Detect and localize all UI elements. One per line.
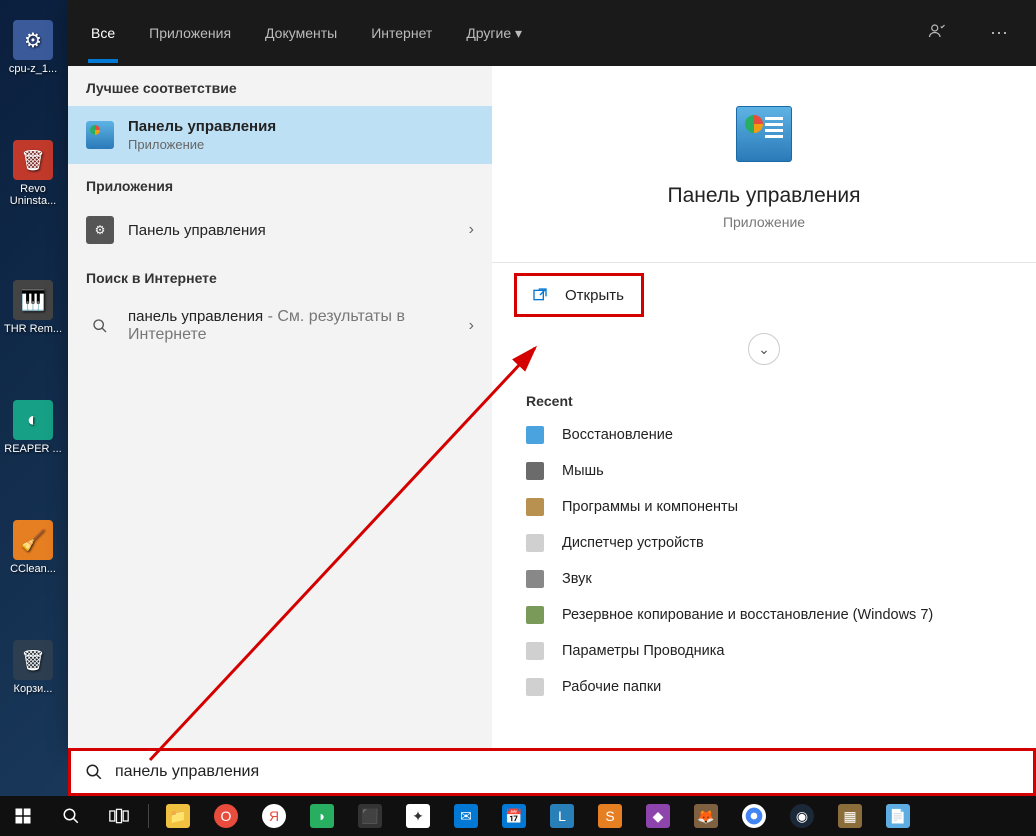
- recent-item[interactable]: Программы и компоненты: [492, 489, 1036, 525]
- recent-item[interactable]: Звук: [492, 561, 1036, 597]
- desktop-icon-cpuz[interactable]: ⚙cpu-z_1...: [2, 20, 64, 75]
- taskbar-app[interactable]: ✦: [395, 796, 441, 836]
- taskbar-app[interactable]: 🦊: [683, 796, 729, 836]
- open-action[interactable]: Открыть: [514, 273, 644, 317]
- apps-section-label: Приложения: [68, 164, 492, 204]
- desktop-icon-reaper[interactable]: ◐REAPER ...: [2, 400, 64, 455]
- backup-icon: [526, 606, 544, 624]
- control-panel-icon: [86, 121, 114, 149]
- tab-internet[interactable]: Интернет: [368, 3, 435, 63]
- detail-header: Панель управления Приложение: [492, 96, 1036, 250]
- divider: [492, 262, 1036, 263]
- detail-right-column: Панель управления Приложение Открыть ⌄ R…: [492, 66, 1036, 748]
- search-input[interactable]: [115, 763, 1019, 781]
- taskbar-search[interactable]: [48, 796, 94, 836]
- mouse-icon: [526, 462, 544, 480]
- desktop-icon-ccleaner[interactable]: 🧹CClean...: [2, 520, 64, 575]
- taskbar-app-steam[interactable]: ◉: [779, 796, 825, 836]
- task-view[interactable]: [96, 796, 142, 836]
- open-icon: [531, 286, 549, 304]
- recent-label: Recent: [492, 383, 1036, 417]
- taskbar-app[interactable]: ◗: [299, 796, 345, 836]
- tab-all[interactable]: Все: [88, 3, 118, 63]
- taskbar-app[interactable]: ◆: [635, 796, 681, 836]
- recent-item[interactable]: Восстановление: [492, 417, 1036, 453]
- more-icon[interactable]: ⋯: [982, 19, 1016, 48]
- detail-subtitle: Приложение: [492, 214, 1036, 230]
- taskbar-app[interactable]: 📄: [875, 796, 921, 836]
- taskbar-app-chrome[interactable]: [731, 796, 777, 836]
- web-result[interactable]: панель управления - См. результаты в Инт…: [68, 296, 492, 356]
- settings-icon: ⚙: [86, 216, 114, 244]
- tab-other[interactable]: Другие ▾: [463, 3, 525, 64]
- taskbar-app-yandex[interactable]: Я: [251, 796, 297, 836]
- recent-item[interactable]: Рабочие папки: [492, 669, 1036, 705]
- taskbar-app[interactable]: ▦: [827, 796, 873, 836]
- desktop-icon-recyclebin[interactable]: 🗑Корзи...: [2, 640, 64, 695]
- app-result-control-panel[interactable]: ⚙ Панель управления ›: [68, 204, 492, 256]
- taskbar-app[interactable]: ⬛: [347, 796, 393, 836]
- recent-item[interactable]: Диспетчер устройств: [492, 525, 1036, 561]
- chevron-right-icon: ›: [469, 221, 474, 239]
- start-button[interactable]: [0, 796, 46, 836]
- recent-item[interactable]: Мышь: [492, 453, 1036, 489]
- chevron-down-icon: ▾: [515, 25, 522, 41]
- search-input-bar[interactable]: [68, 748, 1036, 796]
- desktop-icon-thr[interactable]: 🎹THR Rem...: [2, 280, 64, 335]
- chevron-right-icon: ›: [469, 317, 474, 335]
- work-folders-icon: [526, 678, 544, 696]
- programs-icon: [526, 498, 544, 516]
- taskbar-app-calendar[interactable]: 📅: [491, 796, 537, 836]
- sound-icon: [526, 570, 544, 588]
- taskbar: 📁 O Я ◗ ⬛ ✦ ✉ 📅 L S ◆ 🦊 ◉ ▦ 📄: [0, 796, 1036, 836]
- best-match-label: Лучшее соответствие: [68, 66, 492, 106]
- recent-item[interactable]: Параметры Проводника: [492, 633, 1036, 669]
- search-header: Все Приложения Документы Интернет Другие…: [68, 0, 1036, 66]
- detail-title: Панель управления: [492, 184, 1036, 208]
- search-icon: [86, 312, 114, 340]
- search-results-panel: Все Приложения Документы Интернет Другие…: [68, 0, 1036, 748]
- device-manager-icon: [526, 534, 544, 552]
- taskbar-app-sublime[interactable]: S: [587, 796, 633, 836]
- desktop-icon-revo[interactable]: 🗑Revo Uninsta...: [2, 140, 64, 207]
- control-panel-large-icon: [736, 106, 792, 162]
- web-section-label: Поиск в Интернете: [68, 256, 492, 296]
- search-icon: [85, 763, 103, 781]
- results-left-column: Лучшее соответствие Панель управления Пр…: [68, 66, 492, 748]
- taskbar-app[interactable]: L: [539, 796, 585, 836]
- taskbar-app-explorer[interactable]: 📁: [155, 796, 201, 836]
- explorer-options-icon: [526, 642, 544, 660]
- tab-documents[interactable]: Документы: [262, 3, 340, 63]
- recent-item[interactable]: Резервное копирование и восстановление (…: [492, 597, 1036, 633]
- expand-chevron[interactable]: ⌄: [748, 333, 780, 365]
- taskbar-app-opera[interactable]: O: [203, 796, 249, 836]
- taskbar-app-mail[interactable]: ✉: [443, 796, 489, 836]
- recovery-icon: [526, 426, 544, 444]
- tab-apps[interactable]: Приложения: [146, 3, 234, 63]
- feedback-icon[interactable]: [920, 18, 954, 49]
- best-match-result[interactable]: Панель управления Приложение: [68, 106, 492, 164]
